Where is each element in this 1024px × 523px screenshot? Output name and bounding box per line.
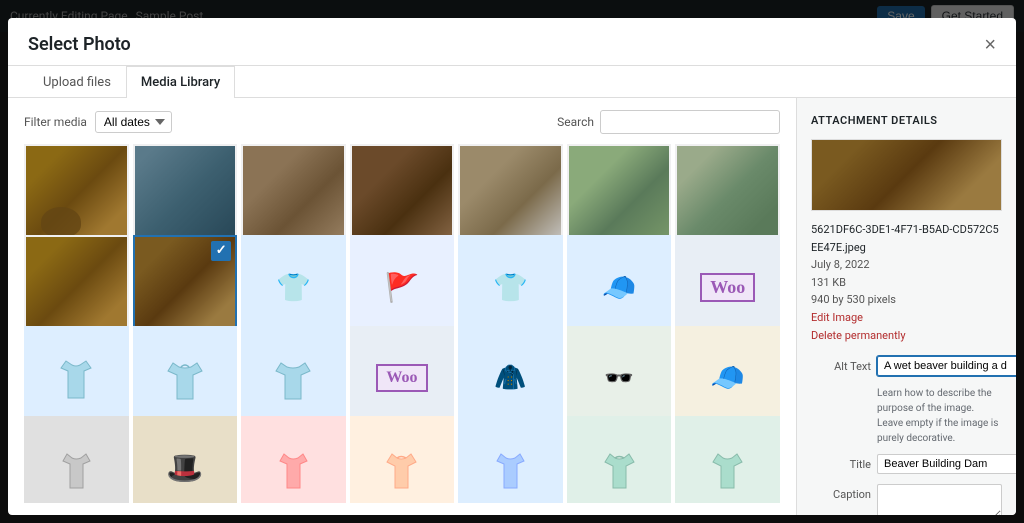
media-item[interactable] [133,144,238,249]
filter-select[interactable]: All dates [95,111,172,133]
tab-upload-files[interactable]: Upload files [28,66,126,98]
select-photo-modal: Select Photo × Upload files Media Librar… [8,18,1016,515]
media-item[interactable]: 🧥 [458,326,563,431]
shirt-pink-svg [276,448,311,490]
hoodie-green2-svg [710,448,745,490]
media-item[interactable]: 🧢 [675,326,780,431]
sunglasses-icon: 🕶️ [604,364,634,392]
media-item[interactable] [24,235,129,340]
media-toolbar: Filter media All dates Search [24,110,780,134]
sidebar-section-title: ATTACHMENT DETAILS [811,114,1002,127]
hoodie-svg [165,353,205,403]
delete-permanently-link[interactable]: Delete permanently [811,329,906,342]
media-item-selected[interactable]: ✓ [133,235,238,340]
search-input[interactable] [600,110,780,134]
filter-group: Filter media All dates [24,111,172,133]
shirt-icon: 👕 [493,271,528,304]
alt-text-row: Alt Text [811,356,1002,376]
modal-tabs: Upload files Media Library [8,66,1016,98]
alt-text-input[interactable] [877,356,1016,376]
pennant-icon: 🚩 [385,271,420,304]
title-row: Title [811,454,1002,474]
media-item[interactable]: Woo [350,326,455,431]
hoodie2-svg [273,353,313,403]
modal-body: Filter media All dates Search [8,98,1016,515]
media-item[interactable] [675,144,780,249]
attachment-dimensions: 940 by 530 pixels [811,291,1002,309]
media-item[interactable] [350,144,455,249]
hat-icon: 🎩 [166,451,203,486]
media-item[interactable]: 🧢 [567,235,672,340]
media-item[interactable] [458,416,563,503]
media-item[interactable]: 🚩 [350,235,455,340]
filter-label: Filter media [24,115,87,129]
media-item[interactable] [567,144,672,249]
tab-media-library[interactable]: Media Library [126,66,235,98]
shirt-blue-svg [493,448,528,490]
attachment-filesize: 131 KB [811,274,1002,292]
media-item[interactable]: 🕶️ [567,326,672,431]
alt-text-help: Learn how to describe the purpose of the… [811,386,1002,446]
attachment-thumbnail [811,139,1002,211]
attachment-info: 5621DF6C-3DE1-4F71-B5AD-CD572C5EE47E.jpe… [811,221,1002,344]
media-item[interactable] [24,144,129,249]
media-item[interactable] [133,326,238,431]
media-item[interactable]: 👕 [241,235,346,340]
alt-text-label: Alt Text [811,356,871,373]
shirt-icon: 👕 [276,271,311,304]
modal-header: Select Photo × [8,18,1016,66]
modal-title: Select Photo [28,34,131,55]
media-item[interactable]: Woo [675,235,780,340]
title-input[interactable] [877,454,1016,474]
media-area: Filter media All dates Search [8,98,796,515]
hoodie-orange-svg [384,448,419,490]
media-item[interactable] [24,326,129,431]
title-label: Title [811,454,871,471]
caption-label: Caption [811,484,871,501]
media-item[interactable] [458,144,563,249]
media-item[interactable] [241,144,346,249]
media-item[interactable] [24,416,129,503]
media-grid: ✓ 👕 🚩 👕 🧢 Woo [24,144,780,503]
hat-icon: 🧢 [602,271,637,304]
media-item[interactable]: 🎩 [133,416,238,503]
attachment-date: July 8, 2022 [811,256,1002,274]
media-item[interactable] [567,416,672,503]
edit-image-link[interactable]: Edit Image [811,311,863,324]
attachment-filename: 5621DF6C-3DE1-4F71-B5AD-CD572C5EE47E.jpe… [811,221,1002,256]
media-item[interactable]: 👕 [458,235,563,340]
media-item[interactable] [350,416,455,503]
media-item[interactable] [241,416,346,503]
selected-checkmark: ✓ [211,241,231,261]
woo-label: Woo [386,369,417,386]
search-label: Search [557,115,594,129]
media-item[interactable] [675,416,780,503]
modal-close-button[interactable]: × [984,35,996,55]
attachment-details-sidebar: ATTACHMENT DETAILS 5621DF6C-3DE1-4F71-B5… [796,98,1016,515]
media-item[interactable] [241,326,346,431]
shirt-svg [56,353,96,403]
shirt-gray-svg [59,448,94,490]
jacket-icon: 🧥 [494,363,526,393]
woo-text: Woo [700,273,755,302]
search-group: Search [557,110,780,134]
caption-input[interactable] [877,484,1002,515]
hoodie-green-svg [602,448,637,490]
cap-icon: 🧢 [710,361,745,394]
caption-row: Caption [811,484,1002,515]
